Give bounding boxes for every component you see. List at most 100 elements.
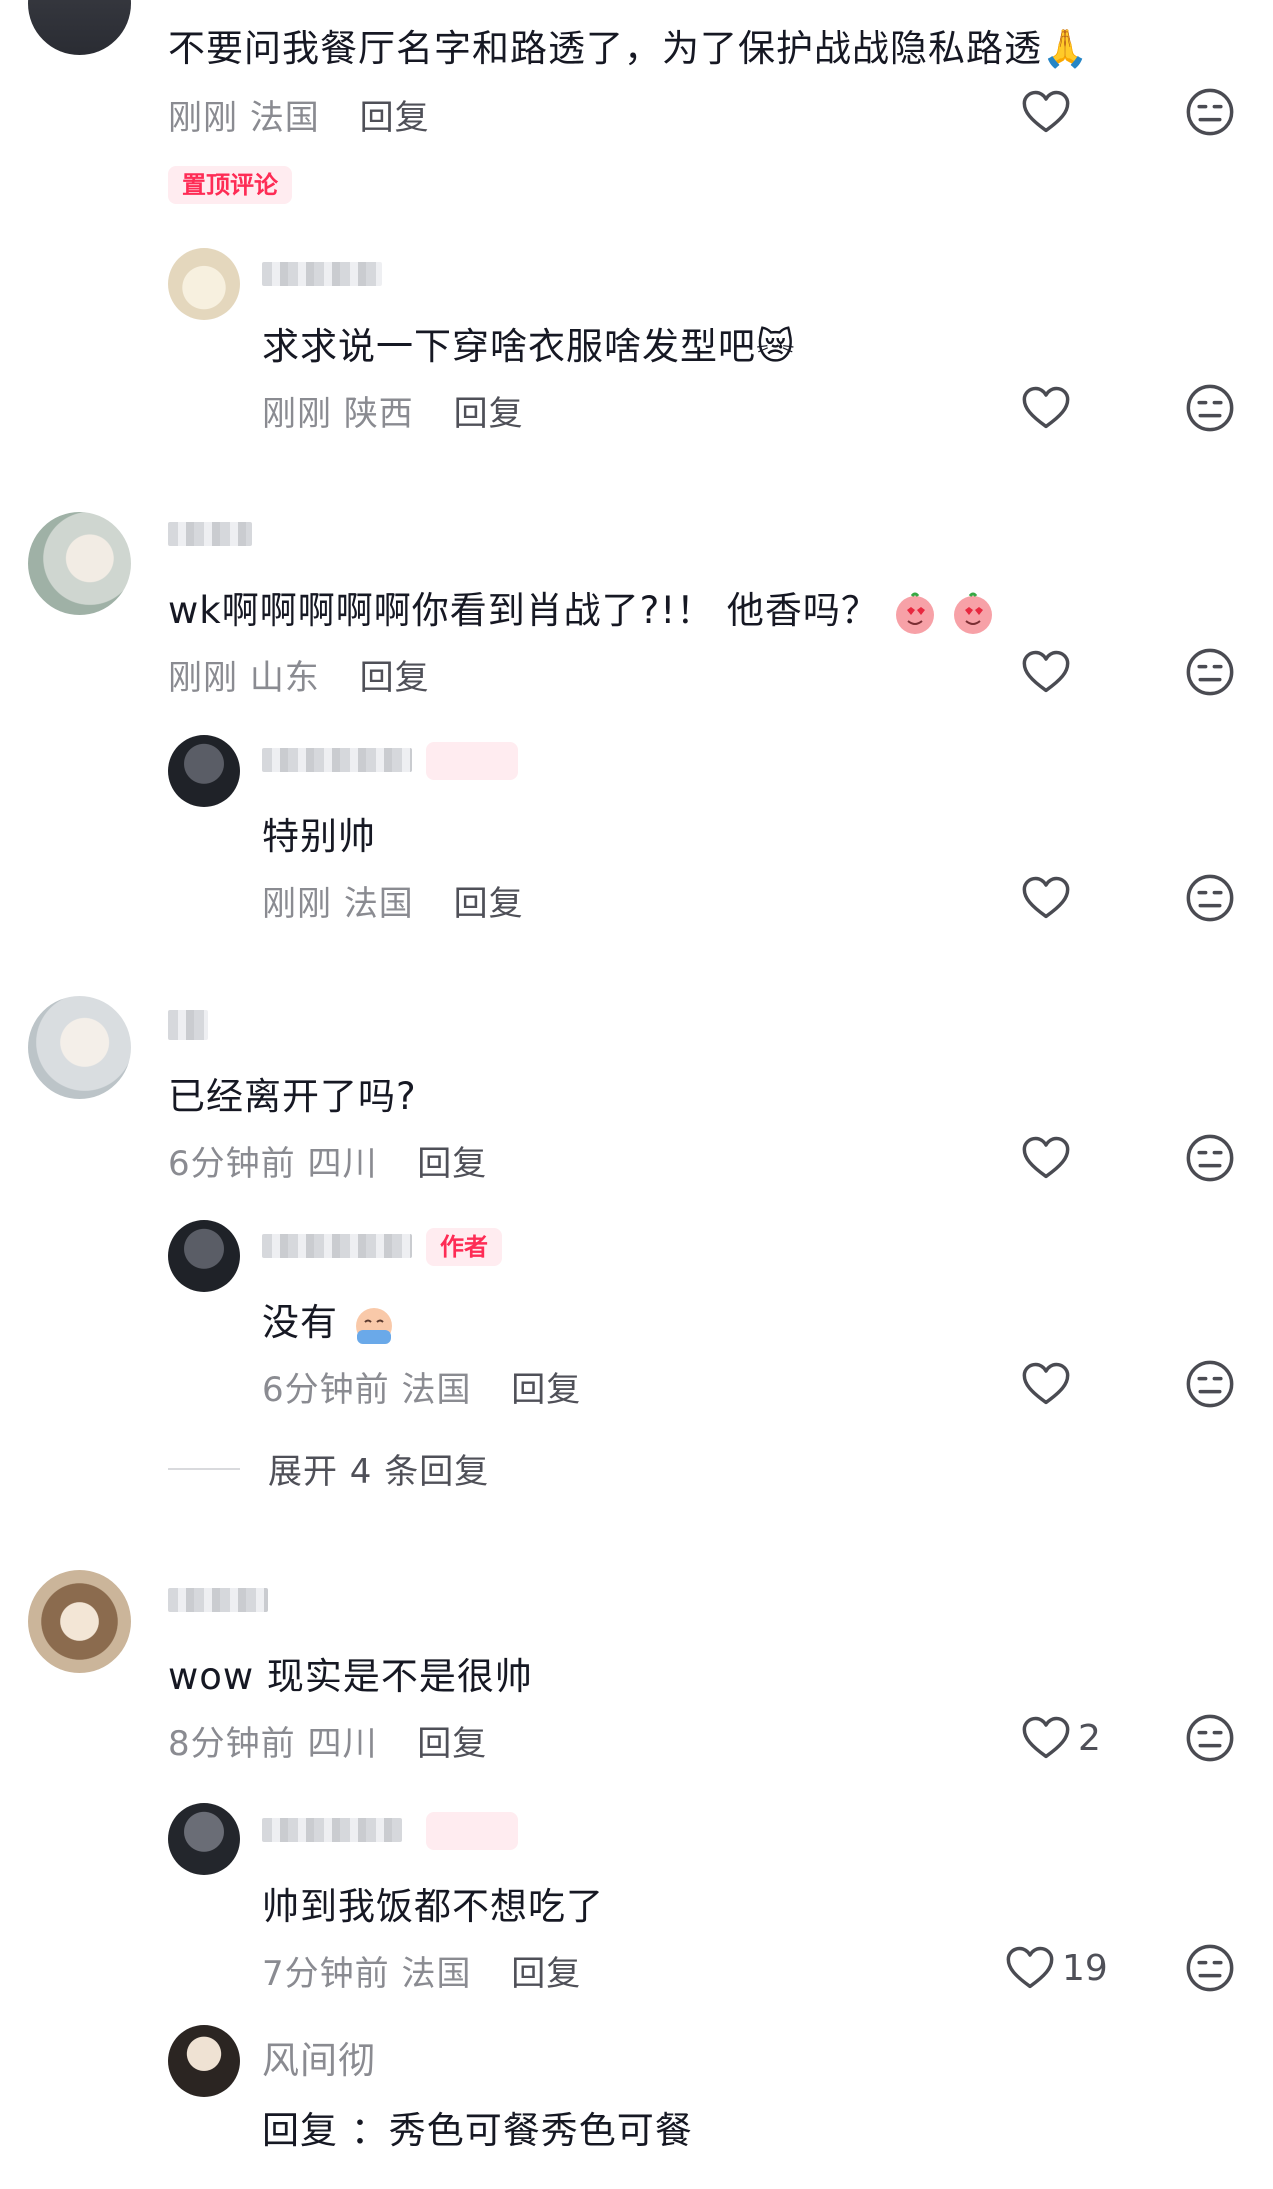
meh-face-icon [1184,646,1236,698]
reply-time: 6分钟前 [262,1370,390,1410]
like-count: 2 [1078,1717,1101,1759]
like-button[interactable] [1020,1358,1072,1410]
dislike-button[interactable] [1184,646,1236,702]
reply-button[interactable]: 回复 [417,1144,487,1184]
comment-text: wow 现实是不是很帅 [168,1655,533,1698]
reply-location: 法国 [401,1954,472,1994]
like-count: 19 [1062,1947,1108,1989]
reply-text: 回复 ：秀色可餐秀色可餐 [262,2109,693,2152]
reply-button[interactable]: 回复 [360,658,430,698]
reply-location: 陕西 [343,394,414,434]
reply-avatar[interactable] [168,248,240,320]
comment-location: 四川 [307,1144,378,1184]
comment-time: 8分钟前 [168,1724,296,1764]
expand-divider [168,1467,240,1470]
like-button[interactable] [1020,1132,1072,1184]
like-button[interactable] [1020,382,1072,434]
author-badge: 作者 [426,1228,502,1266]
comment-text: wk啊啊啊啊啊你看到肖战了?!！ 他香吗？ [168,580,996,636]
like-button[interactable]: 19 [1004,1942,1108,1994]
like-button[interactable] [1020,872,1072,924]
dislike-button[interactable] [1184,1942,1236,1998]
dislike-button[interactable] [1184,1712,1236,1768]
comment-meta: 6分钟前 四川 回复 [168,1136,487,1185]
reply-text: 特别帅 [262,815,376,858]
comment-text: 已经离开了吗? [168,1075,417,1118]
username-blurred [168,1588,268,1612]
comment-location: 四川 [307,1724,378,1764]
username-blurred [168,522,252,546]
author-badge-blurred [426,742,518,780]
comment-time: 6分钟前 [168,1144,296,1184]
expand-replies-label: 展开 4 条回复 [268,1452,490,1492]
reply-button[interactable]: 回复 [511,1370,581,1410]
comment-meta: 刚刚 法国 回复 [168,90,430,139]
reply-avatar[interactable] [168,1220,240,1292]
heart-icon [1020,1358,1072,1410]
reply-text: 求求说一下穿啥衣服啥发型吧😿 [262,325,796,368]
reply-avatar[interactable] [168,1803,240,1875]
reply-text: 帅到我饭都不想吃了 [262,1885,604,1928]
heart-eyes-emoji-icon [954,592,993,634]
like-button[interactable] [1020,86,1072,138]
avatar[interactable] [28,996,131,1099]
meh-face-icon [1184,1712,1236,1764]
comment-meta: 8分钟前 四川 回复 [168,1716,487,1765]
avatar[interactable] [28,0,131,55]
avatar[interactable] [28,512,131,615]
meh-face-icon [1184,382,1236,434]
reply-meta: 刚刚 法国 回复 [262,876,524,925]
expand-replies-button[interactable]: 展开 4 条回复 [168,1444,489,1493]
reply-button[interactable]: 回复 [360,98,430,138]
reply-time: 刚刚 [262,884,332,924]
reply-username[interactable]: 风间彻 [262,2030,376,2084]
meh-face-icon [1184,86,1236,138]
reply-button[interactable]: 回复 [511,1954,581,1994]
heart-icon [1020,86,1072,138]
author-badge-blurred [426,1812,518,1850]
avatar[interactable] [28,1570,131,1673]
dislike-button[interactable] [1184,382,1236,438]
meh-face-icon [1184,1358,1236,1410]
heart-icon [1004,1942,1056,1994]
dislike-button[interactable] [1184,86,1236,142]
meh-face-icon [1184,1132,1236,1184]
heart-icon [1020,872,1072,924]
heart-icon [1020,646,1072,698]
meh-face-icon [1184,1942,1236,1994]
reply-avatar[interactable] [168,735,240,807]
comment-location: 法国 [249,98,320,138]
comment-time: 刚刚 [168,98,238,138]
reply-button[interactable]: 回复 [417,1724,487,1764]
reply-location: 法国 [343,884,414,924]
heart-icon [1020,382,1072,434]
reply-meta: 7分钟前 法国 回复 [262,1946,581,1995]
reply-time: 7分钟前 [262,1954,390,1994]
meh-face-icon [1184,872,1236,924]
reply-button[interactable]: 回复 [454,394,524,434]
reply-meta: 刚刚 陕西 回复 [262,386,524,435]
reply-text: 没有 [262,1292,397,1348]
dislike-button[interactable] [1184,1358,1236,1414]
reply-meta: 6分钟前 法国 回复 [262,1362,581,1411]
reply-avatar[interactable] [168,2025,240,2097]
reply-time: 刚刚 [262,394,332,434]
comment-text: 不要问我餐厅名字和路透了，为了保护战战隐私路透🙏 [168,18,1089,72]
comment-meta: 刚刚 山东 回复 [168,650,430,699]
username-blurred [262,1234,412,1258]
dislike-button[interactable] [1184,1132,1236,1188]
comment-text-content: 不要问我餐厅名字和路透了，为了保护战战隐私路透🙏 [168,27,1090,70]
heart-icon [1020,1712,1072,1764]
reply-location: 法国 [401,1370,472,1410]
pinned-tag: 置顶评论 [168,166,292,204]
reply-text-content: 没有 [262,1301,338,1344]
comment-text-content: wk啊啊啊啊啊你看到肖战了?!！ 他香吗？ [168,589,879,632]
heart-icon [1020,1132,1072,1184]
username-blurred [262,748,412,772]
like-button[interactable] [1020,646,1072,698]
dislike-button[interactable] [1184,872,1236,928]
crying-emoji-icon [355,1307,392,1344]
heart-eyes-emoji-icon [895,592,934,634]
reply-button[interactable]: 回复 [454,884,524,924]
like-button[interactable]: 2 [1020,1712,1101,1764]
